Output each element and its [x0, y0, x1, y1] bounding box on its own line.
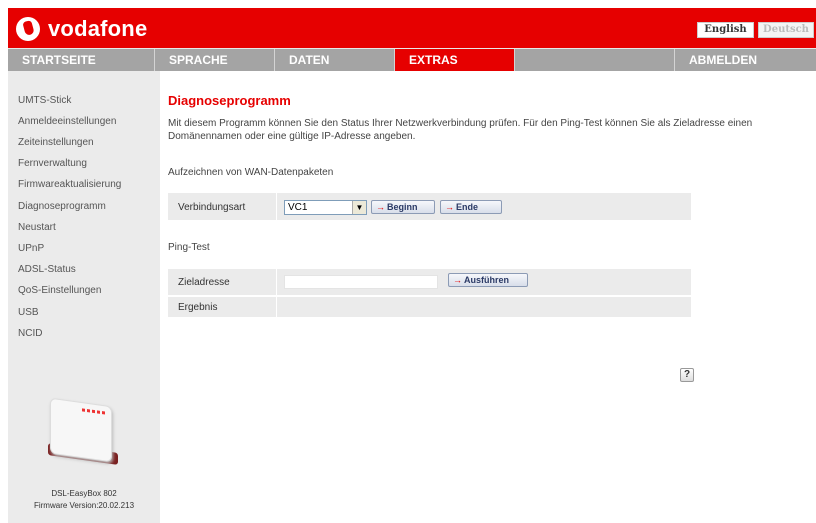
main-content: Diagnoseprogramm Mit diesem Programm kön…: [160, 71, 816, 523]
zieladresse-row: Zieladresse → Ausführen: [168, 269, 691, 296]
vodafone-speechmark-icon: [16, 17, 40, 41]
sidebar-item-diagnoseprogramm[interactable]: Diagnoseprogramm: [18, 201, 106, 212]
firmware-version: Firmware Version:20.02.213: [33, 501, 135, 510]
nav-item-empty: [515, 49, 675, 71]
page-title: Diagnoseprogramm: [168, 93, 291, 108]
sidebar-item-fernverwaltung[interactable]: Fernverwaltung: [18, 158, 87, 169]
sidebar: UMTS-Stick Anmeldeeinstellungen Zeiteins…: [8, 71, 160, 523]
arrow-right-icon: →: [445, 202, 454, 212]
sidebar-item-adsl-status[interactable]: ADSL-Status: [18, 264, 76, 275]
nav-item-sprache[interactable]: SPRACHE: [155, 49, 275, 71]
router-body: [50, 397, 112, 463]
arrow-right-icon: →: [453, 275, 462, 285]
sidebar-item-umts-stick[interactable]: UMTS-Stick: [18, 95, 71, 106]
sidebar-item-usb[interactable]: USB: [18, 307, 39, 318]
main-nav: STARTSEITE SPRACHE DATEN EXTRAS ABMELDEN: [8, 48, 816, 71]
ende-button[interactable]: → Ende: [440, 200, 502, 214]
sidebar-item-ncid[interactable]: NCID: [18, 328, 42, 339]
brand-name: vodafone: [48, 16, 148, 41]
page-frame: vodafone English Deutsch STARTSEITE SPRA…: [8, 8, 816, 523]
sidebar-item-upnp[interactable]: UPnP: [18, 243, 44, 254]
verbindungsart-value: VC1: [288, 202, 308, 213]
wan-section-heading: Aufzeichnen von WAN-Datenpaketen: [168, 167, 334, 178]
vodafone-logo: vodafone: [16, 16, 147, 42]
ausfuehren-button[interactable]: → Ausführen: [448, 273, 528, 287]
verbindungsart-row: Verbindungsart VC1 ▼ → Beginn → Ende: [168, 193, 691, 221]
row-divider: [276, 297, 277, 317]
router-image: [42, 396, 124, 465]
row-divider: [276, 193, 277, 220]
nav-item-daten[interactable]: DATEN: [275, 49, 395, 71]
verbindungsart-label: Verbindungsart: [178, 202, 246, 213]
zieladresse-input[interactable]: [284, 275, 438, 289]
beginn-button[interactable]: → Beginn: [371, 200, 435, 214]
verbindungsart-select[interactable]: VC1 ▼: [284, 200, 367, 215]
sidebar-item-neustart[interactable]: Neustart: [18, 222, 56, 233]
ping-section-heading: Ping-Test: [168, 242, 210, 253]
nav-item-extras[interactable]: EXTRAS: [395, 49, 515, 71]
ergebnis-row: Ergebnis: [168, 297, 691, 318]
help-button[interactable]: ?: [680, 368, 694, 382]
row-divider: [276, 269, 277, 295]
language-english-button[interactable]: English: [697, 22, 754, 38]
device-name: DSL-EasyBox 802: [51, 489, 117, 498]
intro-text: Mit diesem Programm können Sie den Statu…: [168, 118, 753, 142]
sidebar-item-firmwareaktualisierung[interactable]: Firmwareaktualisierung: [18, 179, 121, 190]
ergebnis-label: Ergebnis: [178, 302, 218, 313]
header: vodafone English Deutsch: [8, 8, 816, 48]
nav-item-startseite[interactable]: STARTSEITE: [8, 49, 155, 71]
language-deutsch-button[interactable]: Deutsch: [758, 22, 814, 38]
ausfuehren-label: Ausführen: [464, 275, 509, 285]
nav-item-abmelden[interactable]: ABMELDEN: [675, 49, 816, 71]
zieladresse-label: Zieladresse: [178, 277, 230, 288]
sidebar-item-zeiteinstellungen[interactable]: Zeiteinstellungen: [18, 137, 94, 148]
beginn-label: Beginn: [387, 202, 418, 212]
sidebar-item-qos-einstellungen[interactable]: QoS-Einstellungen: [18, 285, 101, 296]
sidebar-item-anmeldeeinstellungen[interactable]: Anmeldeeinstellungen: [18, 116, 116, 127]
arrow-right-icon: →: [376, 202, 385, 212]
ende-label: Ende: [456, 202, 479, 212]
chevron-down-icon[interactable]: ▼: [352, 201, 366, 214]
